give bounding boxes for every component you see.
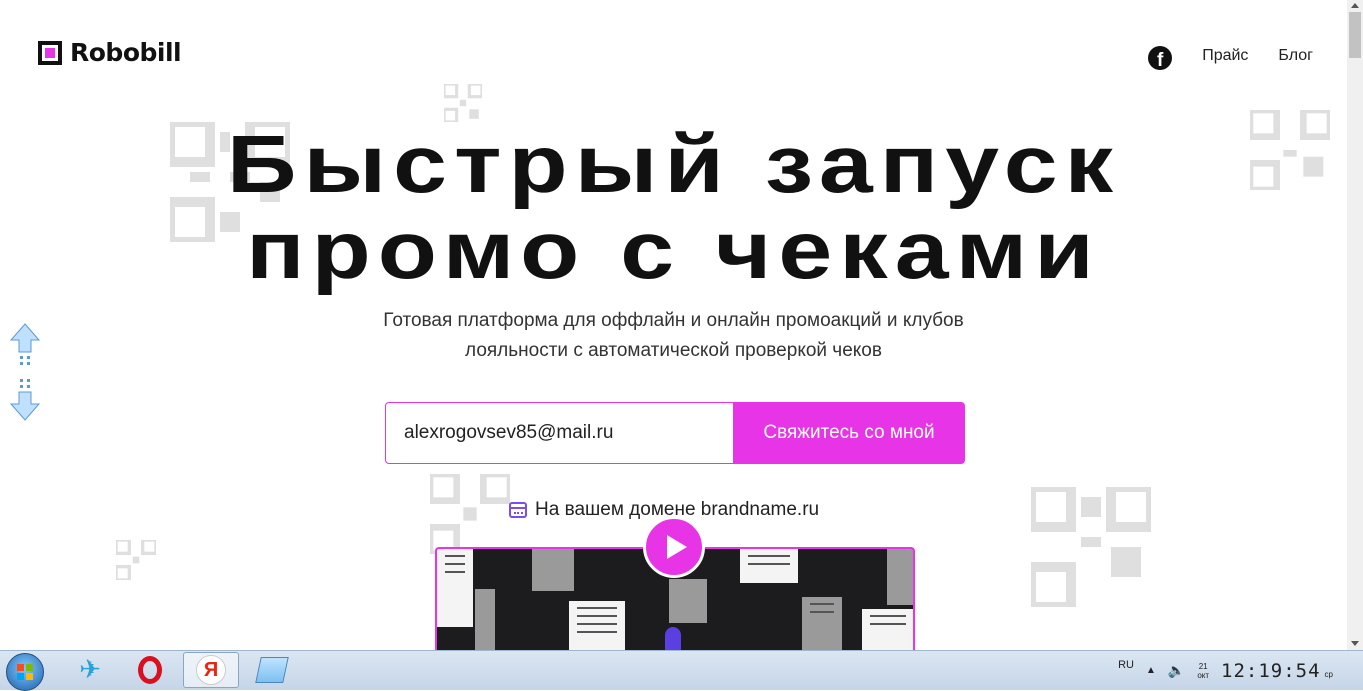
top-nav: f Прайс Блог — [1148, 42, 1313, 70]
system-tray: RU ▲ 🔈 21 окт 12:19:54 ср — [1118, 651, 1363, 690]
hero-subtitle-line-1: Готовая платформа для оффлайн и онлайн п… — [383, 310, 964, 331]
language-indicator[interactable]: RU — [1118, 659, 1134, 671]
receipt-image — [569, 601, 625, 650]
browser-window-icon — [509, 502, 527, 518]
qr-decoration — [116, 540, 156, 580]
scrollbar-thumb[interactable] — [1349, 12, 1361, 58]
tray-date-day: 21 — [1198, 661, 1208, 671]
hero-subtitle-line-2: лояльности с автоматической проверкой че… — [465, 340, 882, 361]
page-scroll-arrows-icon[interactable] — [9, 322, 41, 422]
nav-link-price[interactable]: Прайс — [1202, 47, 1248, 65]
receipt-image — [802, 597, 842, 650]
contact-me-button[interactable]: Свяжитесь со мной — [733, 402, 965, 464]
receipt-image — [475, 589, 495, 650]
logo-mark-icon — [38, 40, 62, 65]
taskbar-app-notepad[interactable] — [244, 652, 300, 688]
nav-link-blog[interactable]: Блог — [1278, 47, 1313, 65]
tray-date[interactable]: 21 окт — [1197, 662, 1209, 680]
receipt-image — [862, 609, 913, 650]
taskbar-app-yandex[interactable]: Я — [183, 652, 239, 688]
email-field[interactable] — [385, 402, 733, 464]
hero-title-line-1: Быстрый запуск — [226, 119, 1121, 210]
hummingbird-icon: ✈ — [79, 655, 101, 685]
opera-icon — [138, 656, 162, 684]
facebook-icon[interactable]: f — [1148, 46, 1173, 70]
receipt-image — [887, 549, 913, 605]
qr-decoration — [444, 84, 482, 122]
tray-clock[interactable]: 12:19:54 — [1221, 660, 1321, 682]
notepad-icon — [255, 657, 289, 683]
contact-form: Свяжитесь со мной — [385, 402, 965, 464]
scroll-up-icon[interactable] — [1351, 3, 1359, 8]
taskbar-app-bird[interactable]: ✈ — [62, 652, 118, 688]
taskbar: ✈ Я RU ▲ 🔈 21 окт 12:19:54 ср — [0, 650, 1363, 691]
receipt-image — [740, 549, 798, 583]
hero-title-line-2: промо с чеками — [246, 205, 1101, 296]
scroll-down-icon[interactable] — [1351, 641, 1359, 646]
receipt-image — [669, 579, 707, 623]
hero-title: Быстрый запуск промо с чеками — [0, 122, 1347, 294]
taskbar-app-opera[interactable] — [122, 652, 178, 688]
qr-decoration — [430, 474, 510, 554]
hero-subtitle: Готовая платформа для оффлайн и онлайн п… — [0, 306, 1347, 366]
qr-decoration — [1031, 487, 1151, 607]
tray-date-month: окт — [1197, 670, 1210, 680]
vertical-scrollbar[interactable] — [1347, 0, 1363, 650]
logo[interactable]: Robobill — [38, 38, 182, 67]
pointing-finger-image — [665, 627, 681, 650]
logo-text: Robobill — [70, 38, 182, 67]
page: Robobill f Прайс Блог Быстрый запуск про… — [0, 0, 1347, 650]
receipt-image — [437, 549, 473, 627]
speaker-icon[interactable]: 🔈 — [1168, 662, 1185, 679]
show-hidden-icons-icon[interactable]: ▲ — [1146, 665, 1156, 676]
play-icon[interactable] — [643, 516, 705, 578]
tray-weekday: ср — [1324, 670, 1333, 679]
receipt-image — [532, 549, 574, 591]
start-button[interactable] — [6, 653, 44, 691]
yandex-browser-icon: Я — [196, 655, 226, 685]
